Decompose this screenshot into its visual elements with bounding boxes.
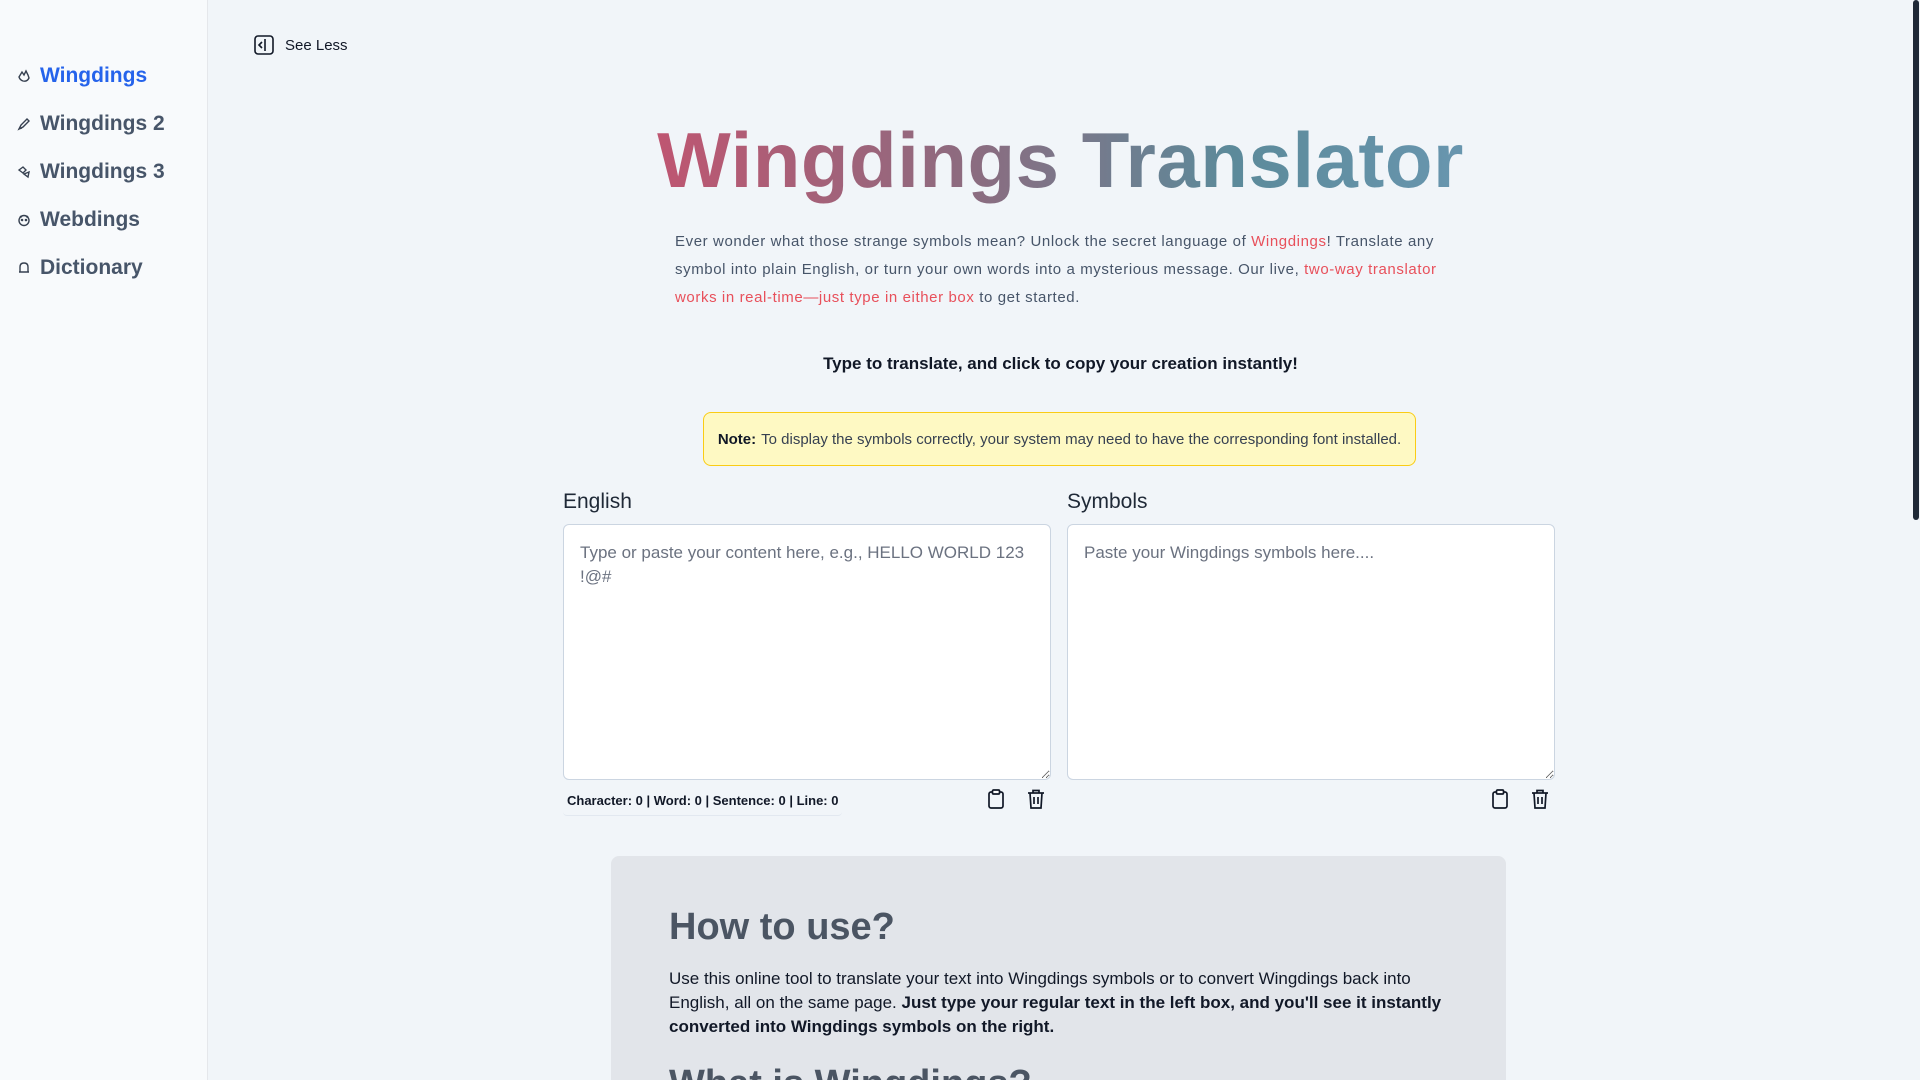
see-less-label: See Less [285,36,348,54]
english-input[interactable] [563,524,1051,780]
what-is-wingdings-heading: What is Wingdings? [669,1063,1448,1080]
symbols-clear-button[interactable] [1525,786,1555,816]
sidebar-item-label: Dictionary [40,256,143,279]
see-less-button[interactable]: See Less [253,34,348,56]
bell-icon [16,260,32,276]
english-footer: Character: 0 | Word: 0 | Sentence: 0 | L… [563,780,1051,820]
clipboard-icon [1490,788,1510,815]
intro-text-3: to get started. [974,289,1080,306]
sidebar-item-label: Wingdings [40,64,148,87]
symbols-panel: Symbols [1067,490,1555,820]
symbols-label: Symbols [1067,490,1148,513]
wingdings3-shapes-icon [16,164,32,180]
trash-icon [1026,788,1046,815]
how-to-use-heading: How to use? [669,906,895,948]
tagline: Type to translate, and click to copy you… [823,354,1298,373]
note-label: Note: [717,430,757,448]
intro-text-1: Ever wonder what those strange symbols m… [675,233,1252,250]
symbols-footer [1067,780,1555,820]
font-note-banner: Note: To display the symbols correctly, … [703,412,1416,466]
sidebar-item-label: Wingdings 3 [40,160,165,183]
page-scrollbar[interactable] [1912,0,1920,1080]
sidebar: Wingdings Wingdings 2 Wingdings 3 Webdin… [0,0,208,1080]
note-text: To display the symbols correctly, your s… [761,430,1402,448]
wingdings-hand-icon [16,68,32,84]
intro-highlight-wingdings: Wingdings [1251,233,1327,250]
wingdings2-pen-icon [16,116,32,132]
how-to-use-text: Use this online tool to translate your t… [669,967,1448,1039]
text-stats: Character: 0 | Word: 0 | Sentence: 0 | L… [563,786,843,816]
symbols-input[interactable] [1067,524,1555,780]
intro-paragraph: Ever wonder what those strange symbols m… [675,228,1455,312]
sidebar-item-dictionary[interactable]: Dictionary [0,244,207,292]
collapse-sidebar-icon [253,34,275,56]
how-to-use-section: How to use? Use this online tool to tran… [611,856,1506,1080]
sidebar-item-label: Wingdings 2 [40,112,165,135]
clipboard-icon [986,788,1006,815]
english-panel: English Character: 0 | Word: 0 | Sentenc… [563,490,1051,820]
english-clear-button[interactable] [1021,786,1051,816]
main-content: See Less Wingdings Translator Ever wonde… [209,0,1912,1080]
sidebar-item-wingdings-2[interactable]: Wingdings 2 [0,100,207,148]
sidebar-item-webdings[interactable]: Webdings [0,196,207,244]
webdings-face-icon [16,212,32,228]
scrollbar-thumb[interactable] [1913,0,1919,520]
trash-icon [1530,788,1550,815]
english-copy-button[interactable] [981,786,1011,816]
sidebar-item-wingdings-3[interactable]: Wingdings 3 [0,148,207,196]
sidebar-item-label: Webdings [40,208,140,231]
page-title: Wingdings Translator [209,115,1912,206]
symbols-copy-button[interactable] [1485,786,1515,816]
sidebar-item-wingdings[interactable]: Wingdings [0,52,207,100]
english-label: English [563,490,632,513]
